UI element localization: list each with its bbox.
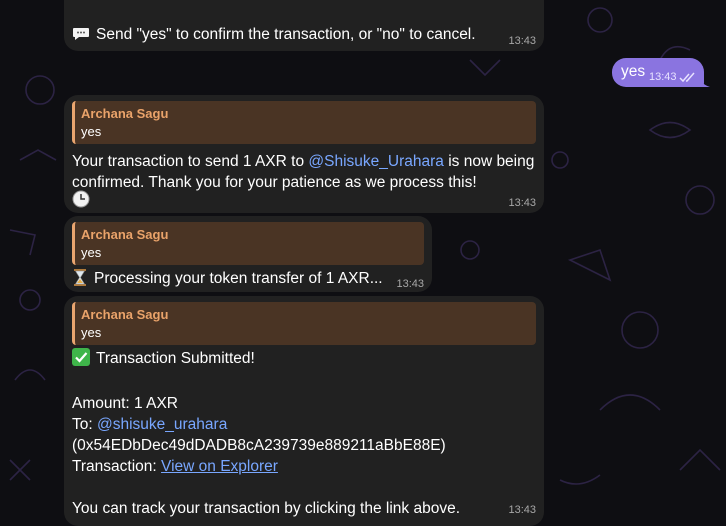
recipient-address: (0x54EDbDec49dDADB8cA239739e889211aBbE88…	[72, 437, 446, 454]
recipient-label: To:	[72, 416, 97, 433]
message-text: Processing your token transfer of 1 AXR.…	[94, 270, 383, 287]
message-text-row: Processing your token transfer of 1 AXR.…	[72, 268, 424, 292]
outgoing-bubble-tail	[698, 74, 710, 87]
outgoing-message-bubble: yes 13:43	[612, 58, 704, 87]
message-text-before: Your transaction to send 1 AXR to	[72, 153, 309, 170]
message-bubble-confirming: Archana Sagu yes Your transaction to sen…	[64, 95, 544, 213]
headline-row: Transaction Submitted!	[72, 348, 536, 372]
reply-quoted-text: yes	[81, 325, 102, 340]
reply-sender-name: Archana Sagu	[81, 106, 169, 121]
user-mention-link[interactable]: @Shisuke_Urahara	[308, 153, 444, 170]
amount-line: Amount: 1 AXR	[72, 395, 178, 412]
recipient-mention-link[interactable]: @shisuke_urahara	[97, 416, 227, 433]
headline-text: Transaction Submitted!	[96, 350, 255, 367]
outgoing-message-text: yes	[621, 63, 646, 80]
message-text: Send "yes" to confirm the transaction, o…	[96, 26, 476, 43]
message-time: 13:43	[396, 278, 424, 290]
reply-quote[interactable]: Archana Sagu yes	[72, 101, 536, 144]
message-bubble-submitted: Archana Sagu yes Transaction Submitted! …	[64, 296, 544, 526]
reply-sender-name: Archana Sagu	[81, 227, 169, 242]
message-text-row: Send "yes" to confirm the transaction, o…	[72, 24, 476, 48]
message-text-block: Your transaction to send 1 AXR to @Shisu…	[72, 151, 538, 193]
reply-quoted-text: yes	[81, 245, 102, 260]
reply-quote[interactable]: Archana Sagu yes	[72, 302, 536, 345]
check-mark-icon	[72, 348, 90, 372]
view-on-explorer-link[interactable]: View on Explorer	[161, 458, 278, 475]
recipient-line: To: @shisuke_urahara	[72, 414, 536, 435]
transaction-line: Transaction: View on Explorer	[72, 456, 536, 477]
message-bubble-confirm-prompt: Send "yes" to confirm the transaction, o…	[64, 0, 544, 51]
reply-sender-name: Archana Sagu	[81, 307, 169, 322]
outgoing-message-time: 13:43	[649, 71, 677, 83]
clock-icon	[72, 190, 90, 213]
reply-quote[interactable]: Archana Sagu yes	[72, 222, 424, 265]
double-check-icon	[679, 70, 697, 88]
message-time: 13:43	[508, 35, 536, 47]
message-time: 13:43	[508, 197, 536, 209]
message-time: 13:43	[508, 504, 536, 516]
message-text-block: Transaction Submitted! Amount: 1 AXR To:…	[72, 348, 536, 519]
track-line: You can track your transaction by clicki…	[72, 500, 460, 517]
transaction-label: Transaction:	[72, 458, 162, 475]
hourglass-icon	[72, 269, 88, 292]
message-bubble-processing: Archana Sagu yes Processing your token t…	[64, 216, 432, 292]
speech-bubble-icon	[72, 26, 90, 48]
reply-quoted-text: yes	[81, 124, 102, 139]
